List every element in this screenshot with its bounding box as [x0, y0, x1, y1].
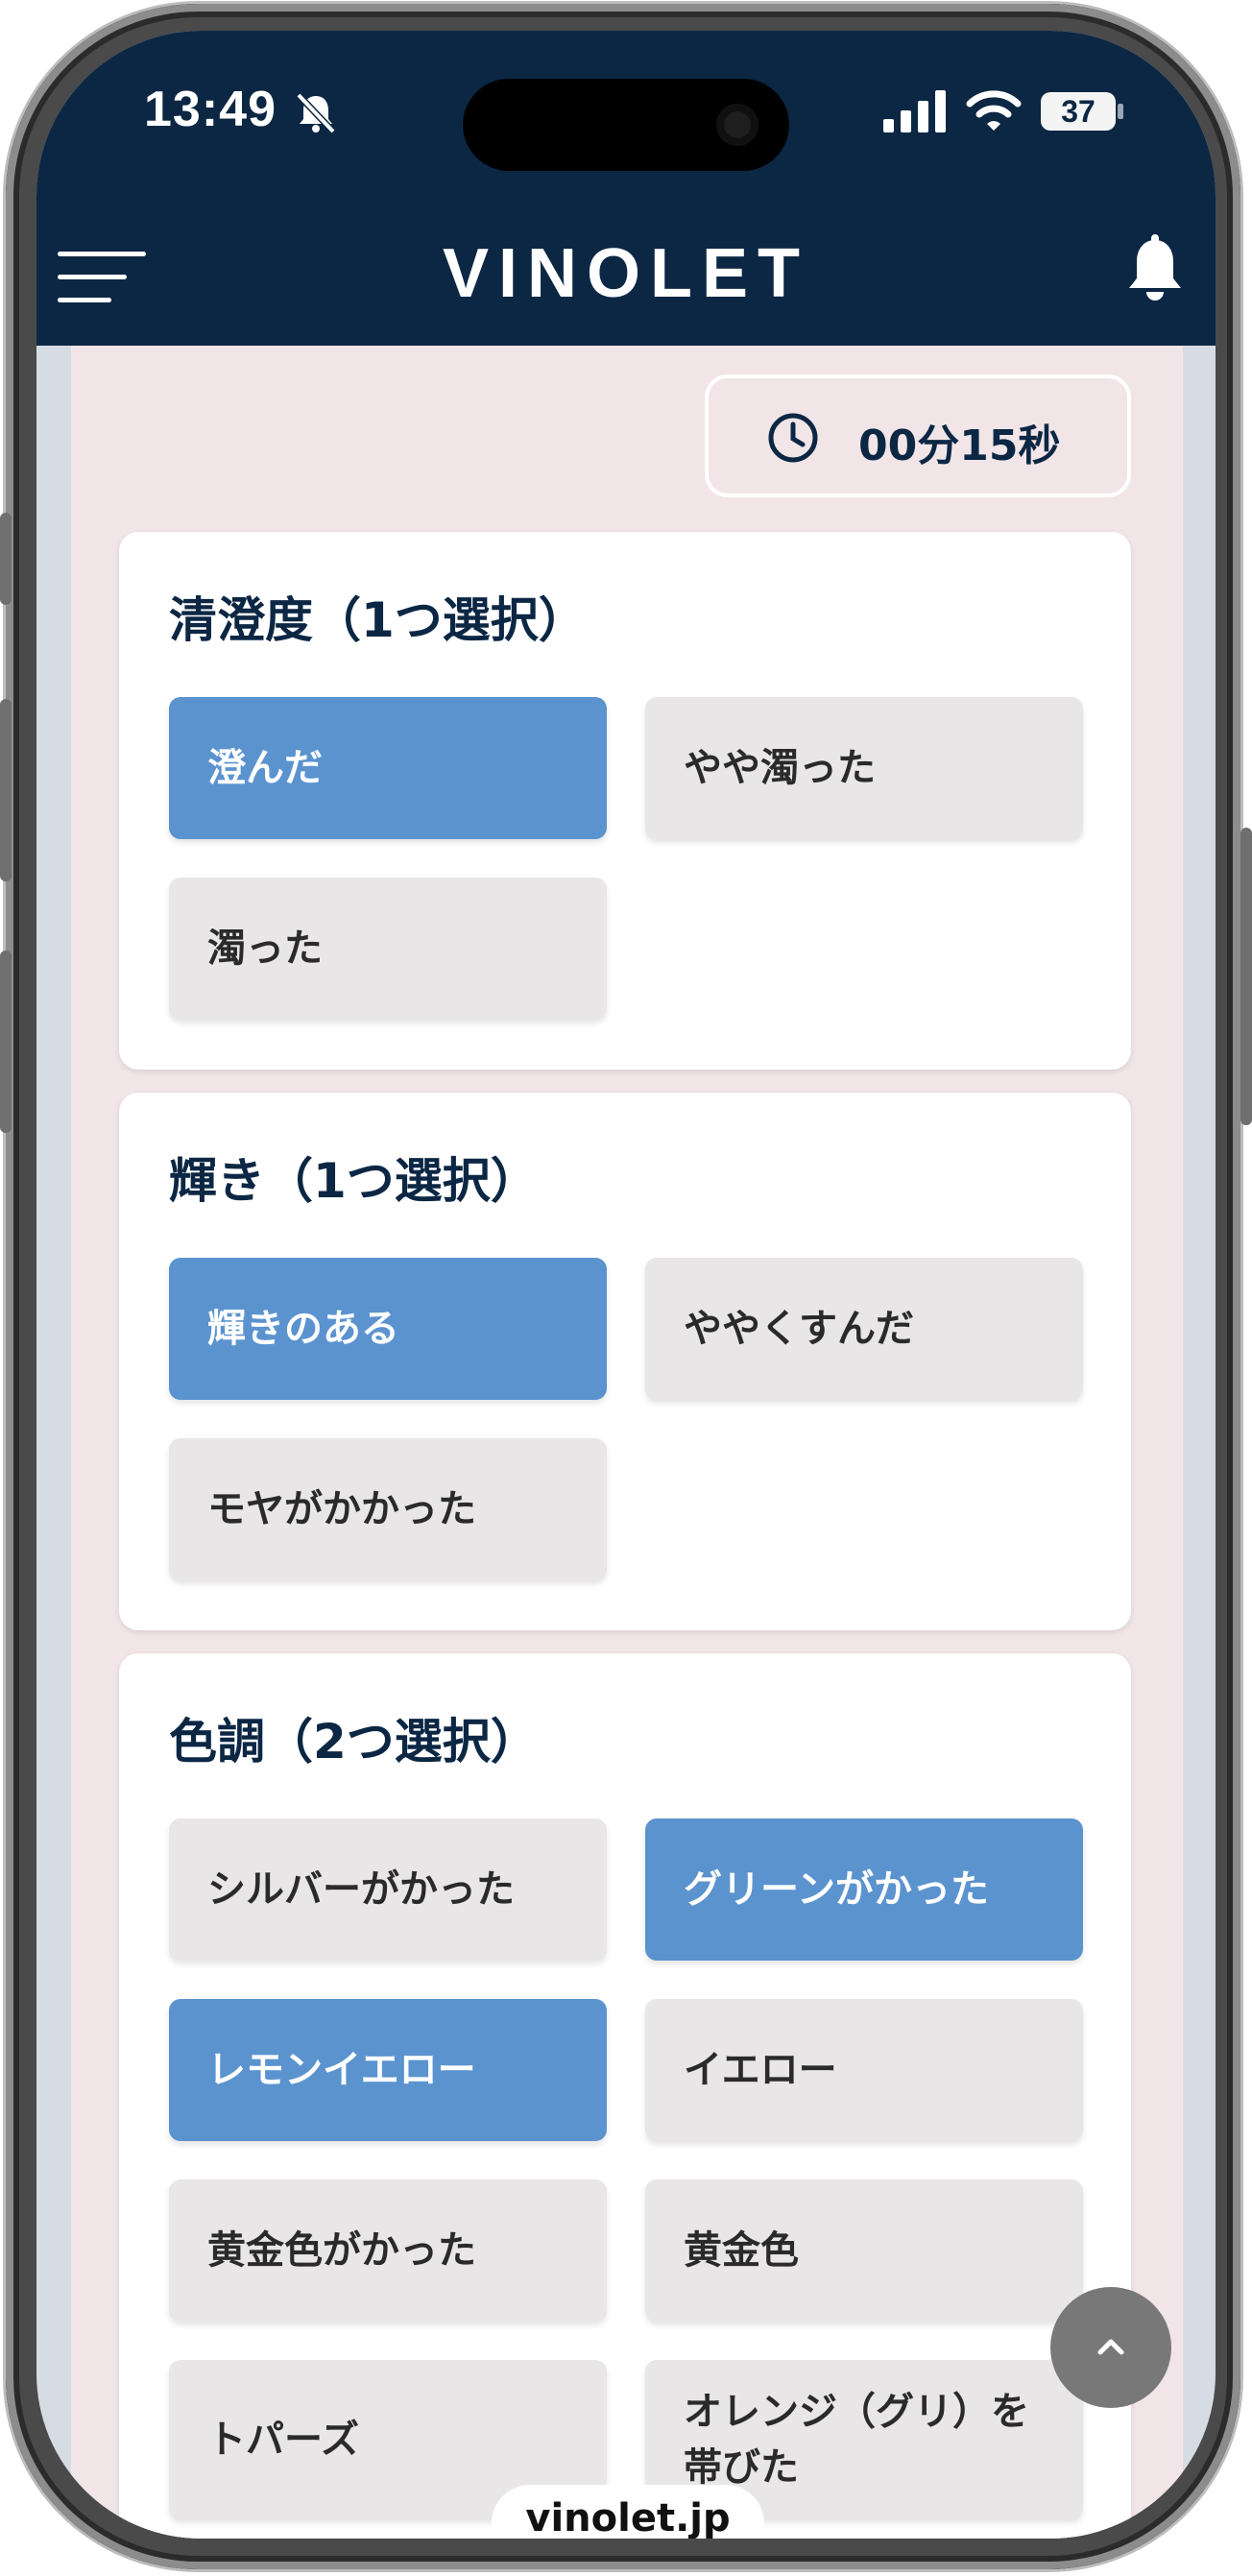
clock-icon: [768, 413, 818, 463]
domain-label: vinolet.jp: [492, 2485, 764, 2539]
app-logo: VINOLET: [442, 235, 809, 312]
option-button[interactable]: やや濁った: [645, 697, 1083, 839]
section-title: 色調（2つ選択）: [169, 1714, 539, 1769]
option-button[interactable]: 黄金色がかった: [169, 2179, 607, 2322]
battery-indicator: 37: [1041, 92, 1116, 131]
app-screen: 13:49 37 VINOLET 00分15秒 清澄度（1つ選択） 澄んだ やや…: [36, 31, 1216, 2539]
power-button: [1240, 828, 1252, 1125]
option-button[interactable]: 輝きのある: [169, 1258, 607, 1400]
option-button[interactable]: 濁った: [169, 878, 607, 1020]
option-button[interactable]: ややくすんだ: [645, 1258, 1083, 1400]
option-button[interactable]: 澄んだ: [169, 697, 607, 839]
clarity-card: 清澄度（1つ選択） 澄んだ やや濁った 濁った: [119, 532, 1131, 1070]
wifi-icon: [966, 90, 1022, 131]
app-header: 13:49 37 VINOLET: [36, 31, 1216, 346]
section-title: 輝き（1つ選択）: [169, 1153, 539, 1209]
cellular-signal-icon: [883, 90, 946, 132]
status-time: 13:49: [144, 82, 277, 137]
section-title: 清澄度（1つ選択）: [169, 592, 587, 648]
scroll-to-top-button[interactable]: [1050, 2287, 1171, 2408]
battery-tip: [1118, 104, 1123, 119]
volume-down-button: [0, 951, 12, 1133]
option-button[interactable]: グリーンがかった: [645, 1818, 1083, 1961]
timer-text: 00分15秒: [858, 421, 1061, 470]
chevron-up-icon: [1097, 2339, 1124, 2355]
option-button[interactable]: レモンイエロー: [169, 1999, 607, 2141]
front-camera: [716, 104, 758, 146]
option-button[interactable]: シルバーがかった: [169, 1818, 607, 1961]
option-button[interactable]: モヤがかかった: [169, 1438, 607, 1580]
volume-up-button: [0, 699, 12, 881]
color-tone-card: 色調（2つ選択） シルバーがかった グリーンがかった レモンイエロー イエロー …: [119, 1653, 1131, 2539]
action-button: [0, 513, 12, 605]
option-button[interactable]: イエロー: [645, 1999, 1083, 2141]
option-button[interactable]: 黄金色: [645, 2179, 1083, 2322]
elapsed-timer: 00分15秒: [705, 374, 1131, 497]
brilliance-card: 輝き（1つ選択） 輝きのある ややくすんだ モヤがかかった: [119, 1093, 1131, 1630]
notification-bell-icon[interactable]: [1125, 234, 1185, 303]
silent-mode-icon: [296, 92, 336, 134]
